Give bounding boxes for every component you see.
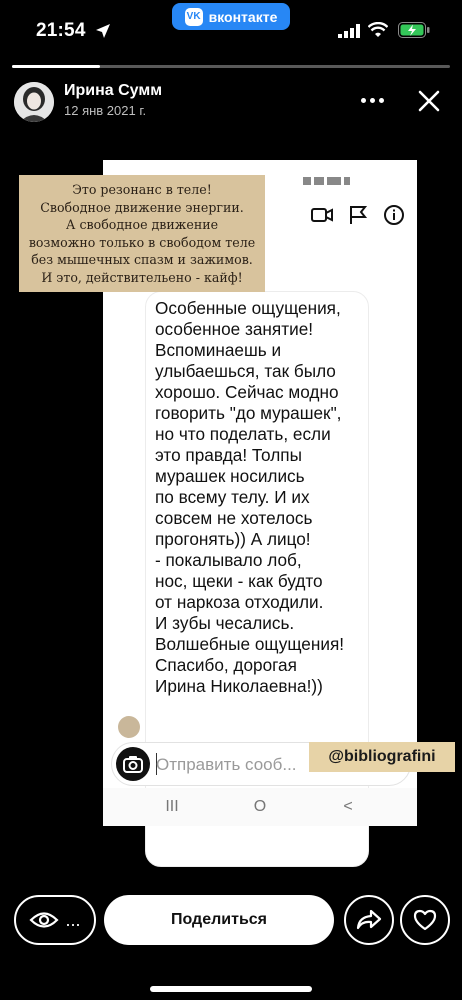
android-nav-bar: III O <	[103, 788, 417, 826]
viewers-button[interactable]: ...	[14, 895, 96, 945]
home-indicator[interactable]	[150, 986, 312, 992]
story-progress-fill	[12, 65, 100, 68]
vk-app-label: вконтакте	[208, 8, 278, 25]
clock: 21:54	[36, 20, 86, 41]
sender-avatar	[118, 716, 140, 738]
status-bar: 21:54 VK вконтакте	[0, 0, 462, 60]
heart-icon	[413, 909, 437, 931]
wifi-icon	[368, 22, 388, 37]
back-icon[interactable]: <	[339, 798, 357, 816]
recent-apps-icon[interactable]: III	[163, 798, 181, 816]
dot	[378, 97, 384, 103]
author-avatar[interactable]	[14, 82, 54, 122]
quote-sticker: Это резонанс в теле! Свободное движение …	[19, 175, 265, 292]
camera-icon	[123, 756, 143, 773]
flag-icon[interactable]	[347, 204, 369, 226]
cellular-signal-icon	[338, 24, 360, 38]
info-icon[interactable]	[383, 204, 405, 226]
eye-icon	[29, 912, 60, 928]
more-dots: ...	[65, 910, 81, 930]
mention-tag[interactable]: @bibliografini	[309, 742, 455, 772]
story-progress-bar	[12, 65, 450, 68]
message-input[interactable]: Отправить сооб...	[156, 755, 297, 775]
author-photo	[14, 82, 54, 122]
post-date: 12 янв 2021 г.	[64, 103, 147, 118]
like-button[interactable]	[400, 895, 450, 945]
vk-app-pill[interactable]: VK вконтакте	[172, 3, 290, 30]
vk-logo-icon: VK	[184, 7, 203, 26]
phone-status-icons	[303, 172, 373, 185]
battery-charging-icon	[398, 22, 430, 38]
home-icon[interactable]: O	[251, 798, 269, 816]
forward-button[interactable]	[344, 895, 394, 945]
close-icon[interactable]	[414, 86, 444, 116]
dot	[369, 97, 375, 103]
author-name[interactable]: Ирина Сумм	[64, 82, 162, 100]
forward-arrow-icon	[356, 909, 382, 930]
message-text: Особенные ощущения, особенное занятие! В…	[155, 298, 345, 696]
more-options-button[interactable]	[356, 90, 388, 110]
dot	[360, 97, 366, 103]
camera-button[interactable]	[116, 747, 150, 781]
location-arrow-icon	[96, 24, 110, 38]
video-call-icon[interactable]	[311, 204, 333, 226]
share-button[interactable]: Поделиться	[104, 895, 334, 945]
